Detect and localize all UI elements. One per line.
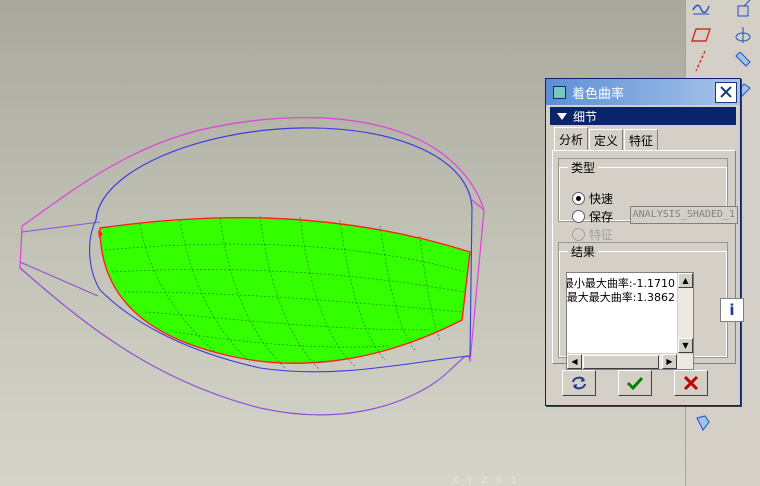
radio-feature-label: 特征: [589, 228, 614, 242]
radio-save-button[interactable]: [572, 210, 585, 223]
scroll-up-icon[interactable]: ▲: [678, 273, 693, 288]
outer-curve-top: [21, 116, 485, 227]
analysis-tab-panel: 类型 快速 保存 ANALYSIS_SHADED_1 特征 结果 最小最大曲率:…: [552, 150, 744, 370]
tab-strip: 分析 定义 特征: [554, 127, 659, 151]
checkmark-icon: [626, 376, 644, 391]
ok-button[interactable]: [618, 370, 652, 396]
shaded-curvature-dialog: 着色曲率 细节 分析 定义 特征 类型 快速 保存 ANALYSIS_SHADE…: [545, 78, 744, 406]
shell-icon[interactable]: [692, 412, 714, 434]
radio-quick-button[interactable]: [572, 192, 585, 205]
results-group: 结果 最小最大曲率:-1.1710 最大最大曲率:1.3862 ▲ ▼ ◀ ▶ …: [558, 242, 744, 370]
coordinate-readout: X Y Z 0 1: [452, 476, 520, 486]
info-button[interactable]: i: [720, 298, 744, 322]
radio-save[interactable]: 保存: [572, 208, 613, 225]
repaint-button[interactable]: [562, 370, 596, 396]
radio-quick-label: 快速: [589, 192, 614, 206]
close-icon: [720, 86, 732, 98]
inner-curve-right: [469, 207, 473, 357]
tab-analysis[interactable]: 分析: [554, 127, 589, 150]
radio-save-label: 保存: [589, 210, 614, 224]
datum-line-icon[interactable]: [690, 50, 712, 72]
sketch-curve-icon[interactable]: [690, 0, 712, 20]
results-group-legend: 结果: [571, 245, 596, 259]
radio-quick[interactable]: 快速: [572, 190, 613, 207]
cancel-button[interactable]: [674, 370, 708, 396]
datum-axis-icon[interactable]: [732, 0, 754, 20]
details-section-header[interactable]: 细节: [550, 107, 736, 125]
revolve-icon[interactable]: [732, 24, 754, 46]
section-label: 细节: [573, 109, 598, 124]
radio-feature[interactable]: 特征: [572, 226, 613, 243]
scroll-left-icon[interactable]: ◀: [567, 354, 582, 369]
info-icon: i: [729, 301, 735, 319]
results-listbox[interactable]: 最小最大曲率:-1.1710 最大最大曲率:1.3862 ▲ ▼ ◀ ▶: [566, 272, 694, 370]
result-line: 最大最大曲率:1.3862: [566, 291, 675, 304]
horizontal-scrollbar[interactable]: ◀ ▶: [567, 353, 693, 369]
dialog-title: 着色曲率: [572, 86, 625, 102]
dialog-titlebar[interactable]: 着色曲率: [546, 79, 740, 105]
radio-feature-button[interactable]: [572, 228, 585, 241]
shaded-surface: [99, 217, 471, 364]
inner-curve-blue: [95, 127, 473, 221]
scroll-down-icon[interactable]: ▼: [678, 338, 693, 353]
left-connector-bottom: [19, 261, 99, 297]
type-group-legend: 类型: [571, 161, 596, 175]
sweep-icon[interactable]: [732, 50, 754, 72]
collapse-triangle-icon: [557, 112, 567, 120]
repaint-icon: [572, 376, 586, 390]
horizontal-scroll-thumb[interactable]: [583, 355, 659, 369]
vertical-scrollbar[interactable]: ▲ ▼: [677, 273, 693, 353]
tab-feature[interactable]: 特征: [624, 129, 659, 150]
cancel-x-icon: [683, 375, 699, 391]
analysis-name-input[interactable]: ANALYSIS_SHADED_1: [630, 206, 738, 224]
tab-definition[interactable]: 定义: [589, 129, 624, 150]
scroll-right-icon[interactable]: ▶: [662, 354, 677, 369]
left-connector-top: [21, 221, 101, 233]
datum-plane-icon[interactable]: [690, 24, 712, 46]
type-group: 类型 快速 保存 ANALYSIS_SHADED_1 特征: [558, 158, 738, 242]
shaded-curvature-icon: [553, 85, 566, 99]
close-button[interactable]: [715, 81, 737, 103]
